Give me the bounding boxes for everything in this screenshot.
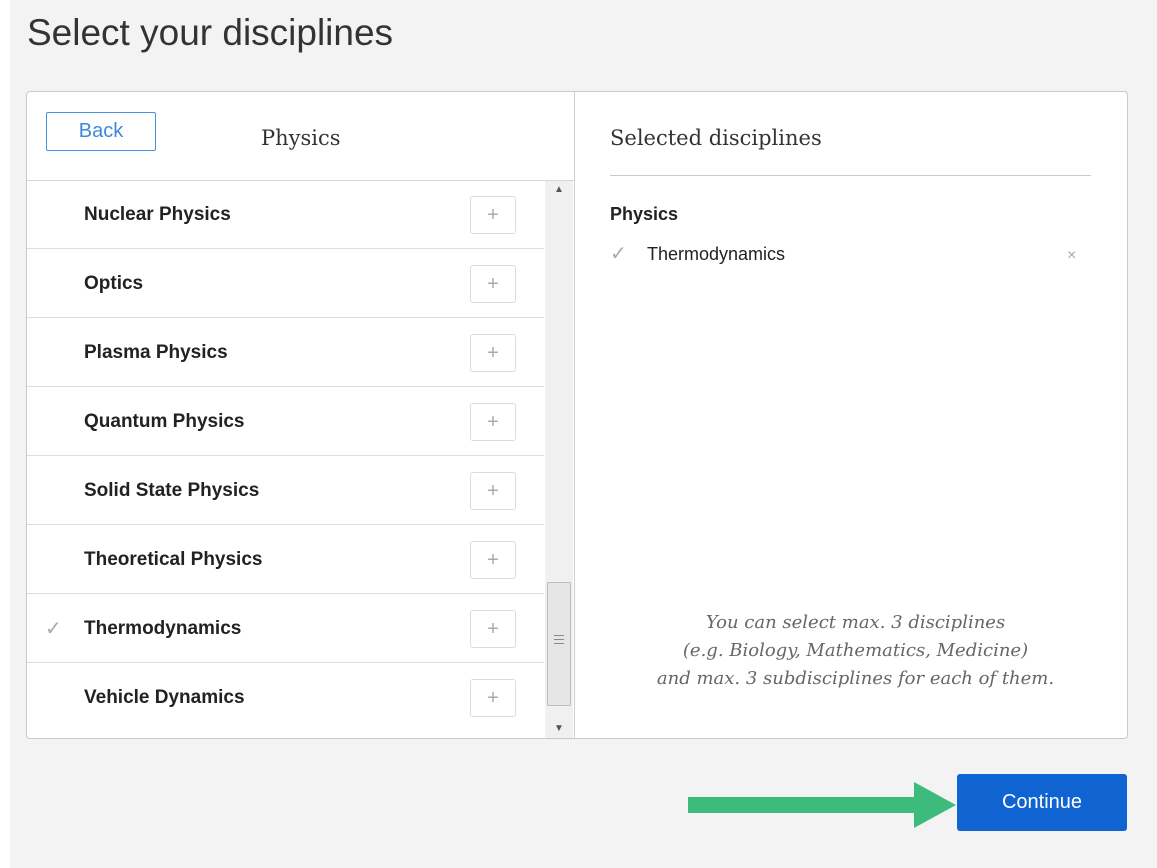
plus-icon: +	[487, 618, 499, 640]
list-title: Physics	[261, 126, 341, 150]
list-item-label: Plasma Physics	[84, 342, 228, 363]
list-item-nuclear-physics[interactable]: Nuclear Physics +	[27, 181, 544, 248]
add-button[interactable]: +	[470, 541, 516, 579]
list-item-plasma-physics[interactable]: Plasma Physics +	[27, 317, 544, 386]
plus-icon: +	[487, 549, 499, 571]
list-item-label: Quantum Physics	[84, 411, 245, 432]
selected-title: Selected disciplines	[610, 126, 822, 150]
discipline-list-content: Nuclear Physics + Optics + Plasma Physic…	[27, 181, 544, 731]
discipline-panel: Back Physics Nuclear Physics + Optics + …	[26, 91, 1128, 739]
page: Select your disciplines Back Physics Nuc…	[10, 0, 1157, 868]
list-item-quantum-physics[interactable]: Quantum Physics +	[27, 386, 544, 455]
selected-item-label: Thermodynamics	[647, 244, 786, 264]
check-icon: ✓	[45, 618, 62, 640]
selected-item: ✓ Thermodynamics ×	[610, 242, 1090, 270]
list-scrollbar[interactable]: ▲ ▼	[545, 181, 573, 738]
arrow-right-icon	[688, 782, 956, 828]
check-icon: ✓	[610, 243, 627, 265]
scrollbar-thumb[interactable]	[547, 582, 571, 706]
note-line: You can select max. 3 disciplines	[705, 612, 1006, 633]
discipline-list[interactable]: Nuclear Physics + Optics + Plasma Physic…	[27, 181, 544, 738]
add-button[interactable]: +	[470, 196, 516, 234]
list-item-solid-state-physics[interactable]: Solid State Physics +	[27, 455, 544, 524]
selected-pane: Selected disciplines Physics ✓ Thermodyn…	[575, 92, 1127, 738]
close-icon[interactable]: ×	[1067, 247, 1076, 265]
selection-limit-note: You can select max. 3 disciplines (e.g. …	[595, 609, 1116, 693]
continue-button[interactable]: Continue	[957, 774, 1127, 831]
page-title: Select your disciplines	[27, 12, 394, 53]
note-line: and max. 3 subdisciplines for each of th…	[656, 668, 1055, 689]
list-item-label: Optics	[84, 273, 144, 294]
add-button[interactable]: +	[470, 403, 516, 441]
grip-icon	[554, 635, 564, 649]
scroll-down-arrow-icon[interactable]: ▼	[545, 720, 573, 738]
list-item-label: Vehicle Dynamics	[84, 687, 245, 708]
note-line: (e.g. Biology, Mathematics, Medicine)	[682, 640, 1029, 661]
scroll-up-arrow-icon[interactable]: ▲	[545, 181, 573, 199]
plus-icon: +	[487, 687, 499, 709]
add-button[interactable]: +	[470, 334, 516, 372]
add-button[interactable]: +	[470, 679, 516, 717]
arrow-shape	[688, 782, 956, 828]
add-button[interactable]: +	[470, 610, 516, 648]
selected-group-heading: Physics	[610, 204, 679, 224]
list-item-vehicle-dynamics[interactable]: Vehicle Dynamics +	[27, 662, 544, 731]
list-item-theoretical-physics[interactable]: Theoretical Physics +	[27, 524, 544, 593]
plus-icon: +	[487, 342, 499, 364]
divider	[610, 175, 1091, 176]
plus-icon: +	[487, 273, 499, 295]
list-item-label: Solid State Physics	[84, 480, 260, 501]
plus-icon: +	[487, 411, 499, 433]
plus-icon: +	[487, 204, 499, 226]
plus-icon: +	[487, 480, 499, 502]
add-button[interactable]: +	[470, 472, 516, 510]
back-button[interactable]: Back	[46, 112, 156, 151]
list-item-label: Thermodynamics	[84, 618, 242, 639]
list-item-thermodynamics[interactable]: ✓ Thermodynamics +	[27, 593, 544, 662]
list-item-label: Theoretical Physics	[84, 549, 263, 570]
discipline-list-pane: Back Physics Nuclear Physics + Optics + …	[27, 92, 574, 738]
list-header: Back Physics	[27, 92, 574, 181]
add-button[interactable]: +	[470, 265, 516, 303]
list-item-label: Nuclear Physics	[84, 204, 231, 225]
list-item-optics[interactable]: Optics +	[27, 248, 544, 317]
